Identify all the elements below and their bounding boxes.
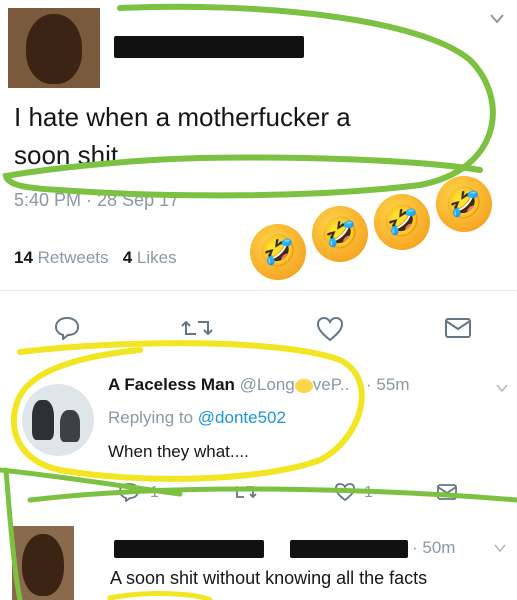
redacted-username (114, 36, 304, 58)
chevron-down-icon[interactable] (490, 14, 504, 24)
chevron-down-icon[interactable] (496, 384, 508, 392)
replying-to-handle[interactable]: @donte502 (198, 408, 286, 427)
likes-label[interactable]: Likes (137, 248, 177, 267)
divider (0, 290, 517, 291)
yellow-highlight-stroke-lower (107, 591, 213, 600)
heart-icon[interactable] (334, 482, 356, 502)
like-count: 1 (364, 484, 373, 501)
replying-to: Replying to @donte502 (108, 408, 286, 428)
reply-author-handle-tail[interactable]: veP.. (313, 375, 350, 394)
tweet-text-line2: soon shit (14, 140, 119, 170)
redacted-username (114, 540, 264, 558)
tweet-stats: 14 Retweets 4 Likes (14, 248, 177, 268)
reply-author-handle[interactable]: @Long (240, 375, 295, 394)
replying-to-prefix: Replying to (108, 408, 194, 427)
tweet-text-line1: I hate when a motherfucker a (14, 102, 351, 132)
tweet-text: I hate when a motherfucker a soon shit (14, 98, 351, 174)
avatar[interactable] (22, 384, 94, 456)
message-icon[interactable] (436, 482, 458, 502)
emoji-obscured (294, 378, 313, 393)
laughing-emoji: 🤣 (374, 194, 430, 250)
retweet-icon[interactable] (232, 482, 258, 502)
reply-author-name[interactable]: A Faceless Man (108, 375, 235, 394)
reply-icon[interactable] (54, 316, 80, 340)
message-icon[interactable] (444, 316, 472, 340)
highlight-overlay (0, 3, 517, 600)
laughing-emoji: 🤣 (312, 206, 368, 262)
reply-text: When they what.... (108, 442, 249, 461)
chevron-down-icon[interactable] (494, 544, 506, 552)
reply-time: · 55m (366, 375, 410, 394)
retweets-label[interactable]: Retweets (38, 248, 109, 267)
reply-icon[interactable] (118, 482, 140, 502)
reply-count: 1 (150, 484, 159, 501)
retweets-count[interactable]: 14 (14, 248, 33, 267)
reply-text: A soon shit without knowing all the fact… (110, 568, 428, 588)
laughing-emoji: 🤣 (436, 176, 492, 232)
avatar[interactable] (12, 526, 74, 600)
avatar[interactable] (8, 8, 100, 88)
tweet-timestamp: 5:40 PM · 28 Sep 17 (14, 190, 180, 210)
likes-count[interactable]: 4 (123, 248, 132, 267)
reply-header: A Faceless Man @Long veP.. · 55m (108, 375, 410, 395)
reply-time: · 50m (412, 538, 456, 557)
retweet-icon[interactable] (180, 316, 214, 340)
redacted-handle (290, 540, 408, 558)
heart-icon[interactable] (316, 316, 344, 342)
laughing-emoji: 🤣 (250, 224, 306, 280)
